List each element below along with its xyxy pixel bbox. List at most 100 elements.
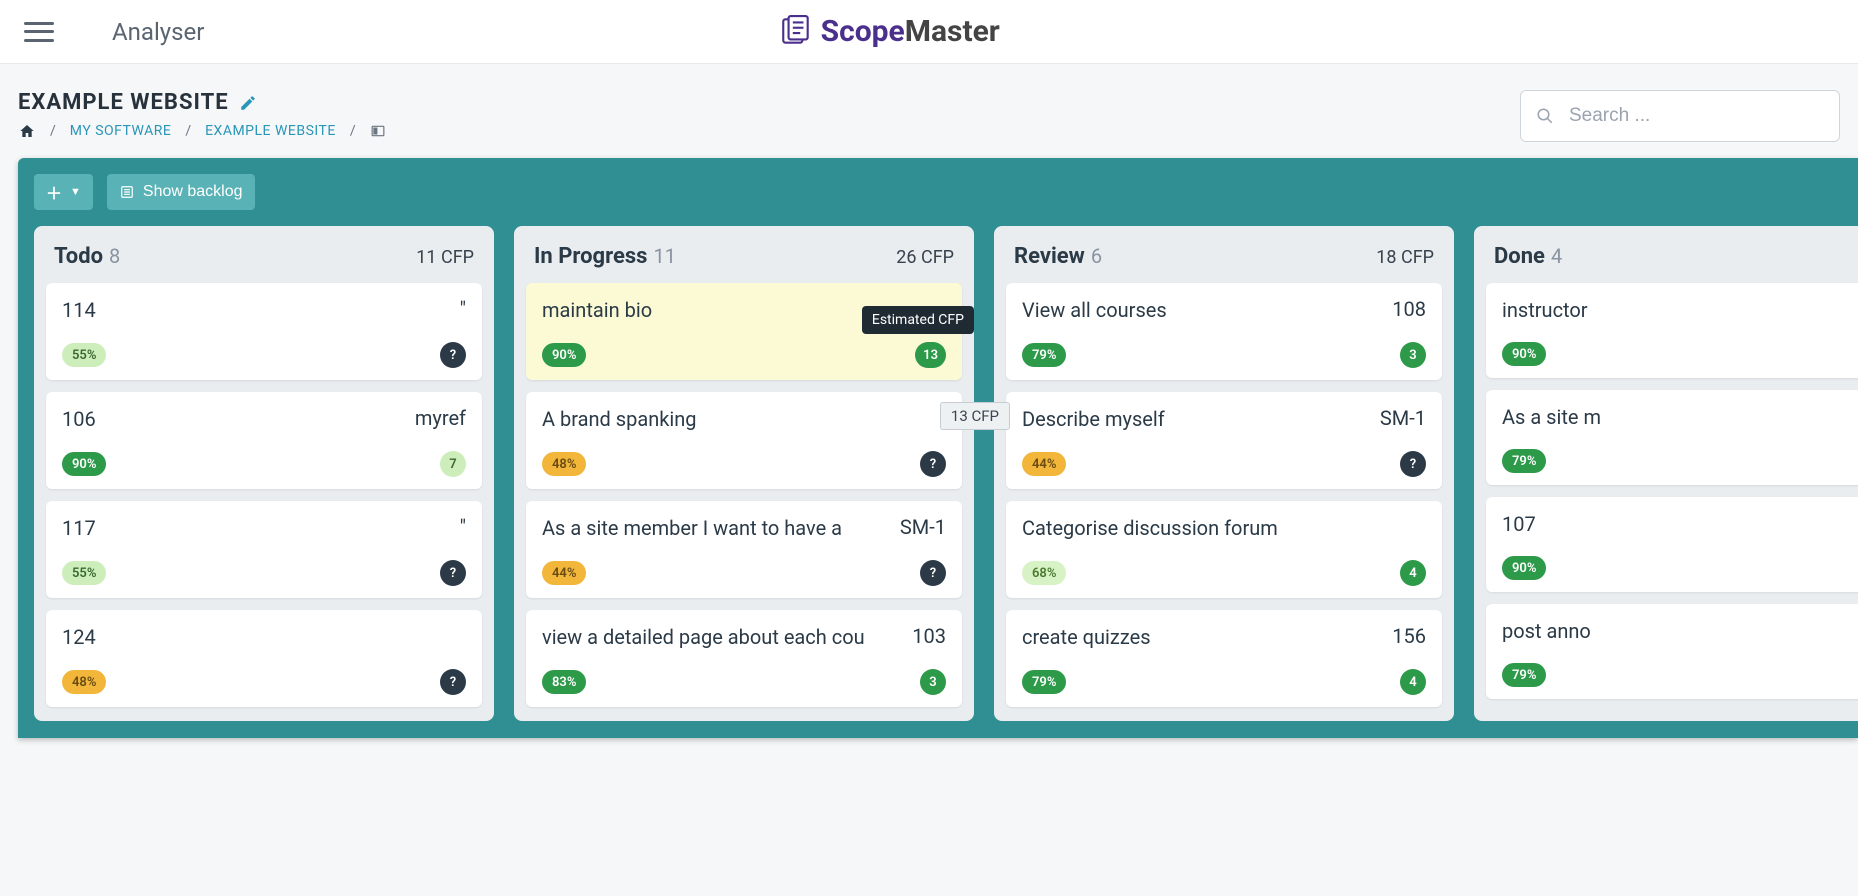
- quality-percent-badge: 55%: [62, 561, 106, 585]
- quality-percent-badge: 79%: [1502, 663, 1546, 687]
- column-header: In Progress1126 CFP: [526, 240, 962, 271]
- chevron-down-icon: ▼: [70, 186, 81, 198]
- card[interactable]: 12448%?: [46, 610, 482, 707]
- home-icon[interactable]: [18, 123, 36, 139]
- card-footer: 83% 3: [542, 669, 946, 695]
- card[interactable]: Categorise discussion forum68%4: [1006, 501, 1442, 598]
- cfp-badge[interactable]: 4: [1400, 560, 1426, 586]
- card-title: As a site m: [1502, 404, 1601, 431]
- card[interactable]: post anno 79%: [1486, 604, 1858, 699]
- logo[interactable]: ScopeMaster: [779, 14, 1000, 49]
- search-input[interactable]: [1520, 90, 1840, 142]
- card-title: 107: [1502, 511, 1536, 538]
- card[interactable]: 114"55%?: [46, 283, 482, 380]
- quality-percent-badge: 48%: [542, 452, 586, 476]
- card-title: 106: [62, 406, 96, 433]
- card-title: view a detailed page about each cou: [542, 624, 865, 651]
- card-title: create quizzes: [1022, 624, 1151, 651]
- quality-percent-badge: 79%: [1022, 343, 1066, 367]
- search-icon: [1536, 107, 1554, 125]
- card-footer: 48%?: [542, 451, 946, 477]
- card-title: post anno: [1502, 618, 1591, 645]
- card-footer: 90%: [1502, 342, 1858, 366]
- card-ref: 156: [1392, 624, 1426, 648]
- card[interactable]: A brand spanking 48%?: [526, 392, 962, 489]
- card-title: maintain bio: [542, 297, 652, 324]
- quality-percent-badge: 44%: [1022, 452, 1066, 476]
- show-backlog-button[interactable]: Show backlog: [107, 174, 255, 210]
- quality-percent-badge: 90%: [1502, 556, 1546, 580]
- card-ref: 108: [1392, 297, 1426, 321]
- column-cfp: 26 CFP: [896, 247, 954, 268]
- unknown-cfp-badge[interactable]: ?: [440, 342, 466, 368]
- menu-icon[interactable]: [24, 22, 54, 42]
- card-title: instructor: [1502, 297, 1588, 324]
- card[interactable]: 107 90%: [1486, 497, 1858, 592]
- card-footer: 55%?: [62, 560, 466, 586]
- card-title: View all courses: [1022, 297, 1167, 324]
- page-title: EXAMPLE WEBSITE: [18, 90, 386, 115]
- cfp-badge[interactable]: 3: [1400, 342, 1426, 368]
- column-title: Todo: [54, 244, 103, 269]
- list-icon: [119, 185, 135, 199]
- card[interactable]: create quizzes15679%4: [1006, 610, 1442, 707]
- subheader: EXAMPLE WEBSITE / MY SOFTWARE / EXAMPLE …: [0, 64, 1858, 152]
- quality-percent-badge: 90%: [62, 452, 106, 476]
- tooltip-cfp-value: 13 CFP: [940, 402, 1010, 430]
- card[interactable]: view a detailed page about each cou10383…: [526, 610, 962, 707]
- card-ref: SM-1: [1380, 406, 1426, 430]
- columns: Todo811 CFP114"55%?106myref90%7117"55%?1…: [34, 226, 1858, 721]
- edit-icon[interactable]: [239, 94, 257, 112]
- logo-text: ScopeMaster: [821, 14, 1000, 49]
- card[interactable]: 106myref90%7: [46, 392, 482, 489]
- card-title: Describe myself: [1022, 406, 1165, 433]
- quality-percent-badge: 48%: [62, 670, 106, 694]
- card-footer: 44%?: [542, 560, 946, 586]
- search-wrap: [1520, 90, 1840, 142]
- card-footer: 48%?: [62, 669, 466, 695]
- column-header: Review618 CFP: [1006, 240, 1442, 271]
- card[interactable]: instructor 90%: [1486, 283, 1858, 378]
- cfp-badge[interactable]: 13: [915, 342, 946, 368]
- card-title: A brand spanking: [542, 406, 697, 433]
- breadcrumb-sep: /: [50, 123, 56, 139]
- column-in-progress: In Progress1126 CFP maintain bio 90%13Esti…: [514, 226, 974, 721]
- breadcrumb-my-software[interactable]: MY SOFTWARE: [70, 123, 172, 139]
- column-done: Done4instructor90%As a site m79%10790%po…: [1474, 226, 1858, 721]
- unknown-cfp-badge[interactable]: ?: [440, 669, 466, 695]
- card-footer: 79%: [1502, 663, 1858, 687]
- column-cfp: 11 CFP: [416, 247, 474, 268]
- card-title: As a site member I want to have a: [542, 515, 842, 542]
- quality-percent-badge: 83%: [542, 670, 586, 694]
- page-title-text: EXAMPLE WEBSITE: [18, 90, 229, 115]
- board-view-icon[interactable]: [370, 124, 386, 138]
- column-header: Todo811 CFP: [46, 240, 482, 271]
- cfp-badge[interactable]: 3: [920, 669, 946, 695]
- card[interactable]: View all courses 108 79% 3: [1006, 283, 1442, 380]
- board: ＋ ▼ Show backlog Todo811 CFP114"55%?106m…: [18, 158, 1858, 738]
- cfp-badge[interactable]: 7: [440, 451, 466, 477]
- column-count: 4: [1551, 244, 1562, 268]
- card-footer: 44%?: [1022, 451, 1426, 477]
- tooltip-estimated-cfp: Estimated CFP: [862, 306, 974, 334]
- card[interactable]: Describe myself SM-1 44%?: [1006, 392, 1442, 489]
- unknown-cfp-badge[interactable]: ?: [920, 451, 946, 477]
- plus-icon: ＋: [46, 180, 62, 204]
- card-footer: 79% 3: [1022, 342, 1426, 368]
- card[interactable]: maintain bio 90%13Estimated CFP: [526, 283, 962, 380]
- card-footer: 90%13Estimated CFP: [542, 342, 946, 368]
- quality-percent-badge: 68%: [1022, 561, 1066, 585]
- card-title: 114: [62, 297, 96, 324]
- unknown-cfp-badge[interactable]: ?: [920, 560, 946, 586]
- unknown-cfp-badge[interactable]: ?: [1400, 451, 1426, 477]
- unknown-cfp-badge[interactable]: ?: [440, 560, 466, 586]
- add-button[interactable]: ＋ ▼: [34, 174, 93, 210]
- card-ref: ": [460, 515, 466, 539]
- breadcrumb-example-website[interactable]: EXAMPLE WEBSITE: [205, 123, 336, 139]
- column-header: Done4: [1486, 240, 1858, 271]
- card[interactable]: As a site member I want to have aSM-144%…: [526, 501, 962, 598]
- card[interactable]: As a site m79%: [1486, 390, 1858, 485]
- card-footer: 55%?: [62, 342, 466, 368]
- card[interactable]: 117"55%?: [46, 501, 482, 598]
- cfp-badge[interactable]: 4: [1400, 669, 1426, 695]
